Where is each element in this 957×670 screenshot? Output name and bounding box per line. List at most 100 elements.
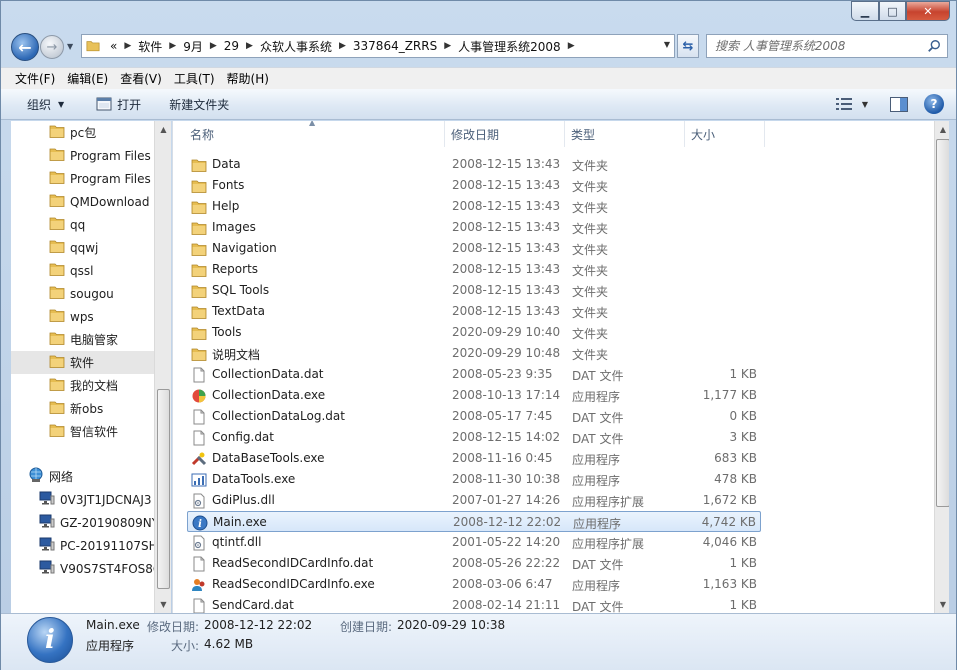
- file-list-scrollbar[interactable]: ▲ ▼: [934, 121, 949, 613]
- sidebar-item[interactable]: qqwj: [11, 236, 154, 259]
- file-row[interactable]: 说明文档 2020-09-29 10:48 文件夹: [187, 343, 761, 364]
- search-input[interactable]: [715, 39, 915, 53]
- file-row[interactable]: CollectionData.exe 2008-10-13 17:14 应用程序 1,…: [187, 385, 761, 406]
- file-row[interactable]: DataTools.exe 2008-11-30 10:38 应用程序 478 KB: [187, 469, 761, 490]
- scroll-down-arrow[interactable]: ▼: [935, 596, 949, 613]
- sidebar-item[interactable]: 电脑管家: [11, 328, 154, 351]
- chevron-right-icon[interactable]: ▶: [169, 41, 176, 51]
- file-row[interactable]: CollectionData.dat 2008-05-23 9:35 DAT 文件 1…: [187, 364, 761, 385]
- file-row[interactable]: Data 2008-12-15 13:43 文件夹: [187, 154, 761, 175]
- breadcrumb-item[interactable]: 人事管理系统2008: [458, 38, 561, 55]
- chevron-right-icon[interactable]: ▶: [339, 41, 346, 51]
- file-row[interactable]: SQL Tools 2008-12-15 13:43 文件夹: [187, 280, 761, 301]
- sidebar-item[interactable]: sougou: [11, 282, 154, 305]
- file-list-scrollbar-thumb[interactable]: [936, 139, 949, 507]
- sidebar-item-computer[interactable]: GZ-20190809NY: [11, 511, 154, 534]
- menu-help[interactable]: 帮助(H): [221, 70, 275, 87]
- change-view-button[interactable]: ▼: [828, 98, 876, 110]
- help-button[interactable]: ?: [924, 94, 944, 114]
- breadcrumb-item[interactable]: 软件: [138, 38, 162, 55]
- file-modified-date: 2008-02-14 21:11: [452, 598, 561, 612]
- chevron-right-icon[interactable]: ▶: [210, 41, 217, 51]
- recent-pages-dropdown[interactable]: ▼: [67, 42, 73, 51]
- file-row[interactable]: SendCard.dat 2008-02-14 21:11 DAT 文件 1 KB: [187, 595, 761, 613]
- sidebar-item-computer[interactable]: PC-20191107SH: [11, 534, 154, 557]
- search-box[interactable]: [706, 34, 948, 58]
- sidebar-item[interactable]: qssl: [11, 259, 154, 282]
- chevron-right-icon[interactable]: ▶: [568, 41, 575, 51]
- sidebar-item-network[interactable]: 网络: [11, 465, 154, 488]
- sidebar-item[interactable]: qq: [11, 213, 154, 236]
- menu-edit[interactable]: 编辑(E): [61, 70, 114, 87]
- folder-icon: [191, 304, 207, 320]
- breadcrumb-item[interactable]: 众软人事系统: [260, 38, 332, 55]
- sidebar-item[interactable]: 智信软件: [11, 420, 154, 443]
- file-row[interactable]: Fonts 2008-12-15 13:43 文件夹: [187, 175, 761, 196]
- file-row[interactable]: i Main.exe 2008-12-12 22:02 应用程序 4,742 KB: [187, 511, 761, 532]
- forward-button[interactable]: →: [40, 35, 64, 59]
- breadcrumb-item[interactable]: 337864_ZRRS: [353, 39, 437, 53]
- sidebar-item[interactable]: 新obs: [11, 397, 154, 420]
- file-row[interactable]: CollectionDataLog.dat 2008-05-17 7:45 DAT …: [187, 406, 761, 427]
- chevron-right-icon[interactable]: ▶: [124, 41, 131, 51]
- file-icon: [191, 430, 207, 446]
- file-row[interactable]: qtintf.dll 2001-05-22 14:20 应用程序扩展 4,046 KB: [187, 532, 761, 553]
- column-date[interactable]: 修改日期: [445, 121, 565, 147]
- open-button[interactable]: 打开: [74, 89, 151, 119]
- minimize-button[interactable]: ▁: [851, 1, 879, 21]
- file-row[interactable]: DataBaseTools.exe 2008-11-16 0:45 应用程序 683 …: [187, 448, 761, 469]
- file-row[interactable]: Config.dat 2008-12-15 14:02 DAT 文件 3 KB: [187, 427, 761, 448]
- breadcrumb-item[interactable]: 29: [224, 39, 239, 53]
- address-dropdown[interactable]: ▼: [664, 40, 670, 49]
- sidebar-item[interactable]: 软件: [11, 351, 154, 374]
- nav-scrollbar-thumb[interactable]: [157, 389, 170, 589]
- file-row[interactable]: Tools 2020-09-29 10:40 文件夹: [187, 322, 761, 343]
- preview-pane-button[interactable]: [884, 96, 914, 112]
- column-type[interactable]: 类型: [565, 121, 685, 147]
- computer-icon: [39, 513, 55, 532]
- maximize-button[interactable]: □: [879, 1, 906, 21]
- file-row[interactable]: ReadSecondIDCardInfo.exe 2008-03-06 6:47 应…: [187, 574, 761, 595]
- sidebar-item[interactable]: 我的文档: [11, 374, 154, 397]
- chevron-right-icon[interactable]: ▶: [246, 41, 253, 51]
- sidebar-item-computer[interactable]: V90S7ST4FOS8C: [11, 557, 154, 580]
- file-row[interactable]: Help 2008-12-15 13:43 文件夹: [187, 196, 761, 217]
- file-row[interactable]: Reports 2008-12-15 13:43 文件夹: [187, 259, 761, 280]
- file-name: SendCard.dat: [212, 598, 294, 612]
- menu-tools[interactable]: 工具(T): [168, 70, 221, 87]
- file-row[interactable]: TextData 2008-12-15 13:43 文件夹: [187, 301, 761, 322]
- column-size[interactable]: 大小: [685, 121, 765, 147]
- sidebar-item[interactable]: wps: [11, 305, 154, 328]
- search-icon[interactable]: [927, 39, 941, 53]
- address-overflow[interactable]: «: [110, 39, 117, 53]
- file-row[interactable]: Images 2008-12-15 13:43 文件夹: [187, 217, 761, 238]
- scroll-up-arrow[interactable]: ▲: [155, 121, 171, 138]
- back-button[interactable]: ←: [11, 33, 39, 61]
- menu-view[interactable]: 查看(V): [114, 70, 168, 87]
- column-name[interactable]: 名称 ▲: [173, 121, 445, 147]
- folder-icon: [49, 261, 65, 280]
- file-row[interactable]: Navigation 2008-12-15 13:43 文件夹: [187, 238, 761, 259]
- new-folder-button[interactable]: 新建文件夹: [151, 89, 239, 119]
- scroll-down-arrow[interactable]: ▼: [155, 596, 171, 613]
- file-row[interactable]: ReadSecondIDCardInfo.dat 2008-05-26 22:22…: [187, 553, 761, 574]
- organize-button[interactable]: 组织 ▼: [1, 89, 74, 119]
- file-name: Main.exe: [213, 515, 267, 529]
- scroll-up-arrow[interactable]: ▲: [935, 121, 949, 138]
- refresh-button[interactable]: ⇆: [677, 34, 699, 58]
- file-modified-date: 2008-12-15 13:43: [452, 220, 561, 234]
- sidebar-item[interactable]: Program Files: [11, 144, 154, 167]
- sidebar-item[interactable]: Program Files: [11, 167, 154, 190]
- sort-ascending-icon: ▲: [309, 121, 316, 127]
- menu-file[interactable]: 文件(F): [9, 70, 61, 87]
- nav-scrollbar[interactable]: ▲ ▼: [154, 121, 171, 613]
- address-bar[interactable]: « ▶ 软件 ▶ 9月 ▶ 29 ▶ 众软人事系统 ▶ 337864_ZRRS …: [81, 34, 675, 58]
- close-button[interactable]: ✕: [906, 1, 950, 21]
- file-name: ReadSecondIDCardInfo.exe: [212, 577, 375, 591]
- breadcrumb-item[interactable]: 9月: [183, 38, 203, 55]
- sidebar-item[interactable]: pc包: [11, 121, 154, 144]
- sidebar-item[interactable]: QMDownload: [11, 190, 154, 213]
- file-row[interactable]: GdiPlus.dll 2007-01-27 14:26 应用程序扩展 1,672 K…: [187, 490, 761, 511]
- sidebar-item-computer[interactable]: 0V3JT1JDCNAJ3: [11, 488, 154, 511]
- chevron-right-icon[interactable]: ▶: [444, 41, 451, 51]
